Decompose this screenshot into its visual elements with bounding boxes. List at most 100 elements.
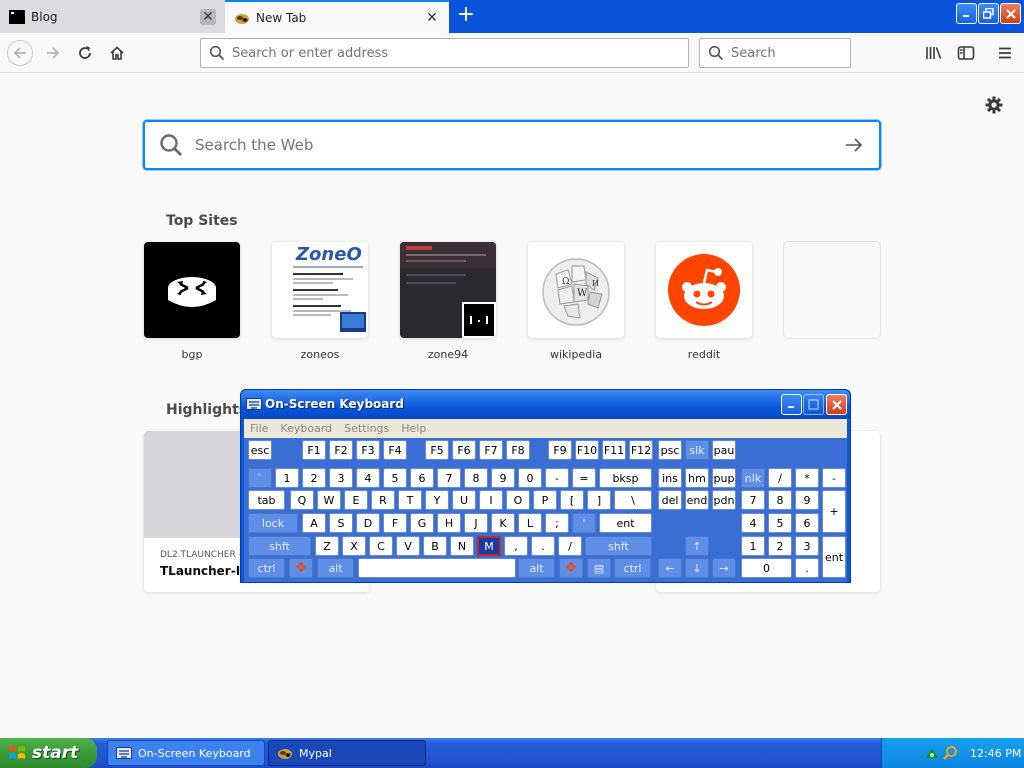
key-asterisk[interactable]: * [795, 468, 819, 488]
tab-new-tab[interactable]: New Tab ✕ [225, 0, 449, 33]
key-b[interactable]: B [423, 536, 447, 556]
top-site-reddit[interactable]: reddit [656, 242, 752, 361]
key-ins[interactable]: ins [658, 468, 682, 488]
back-button[interactable] [7, 40, 33, 66]
key-end[interactable]: end [685, 490, 709, 510]
close-tab-icon[interactable]: ✕ [200, 8, 216, 25]
key-comma[interactable]: , [504, 536, 528, 556]
key-h[interactable]: H [437, 513, 461, 533]
restore-button[interactable] [978, 3, 999, 24]
key-semicolon[interactable]: ; [545, 513, 569, 533]
key-backslash[interactable]: \ [614, 490, 652, 510]
key-down[interactable]: ↓ [685, 558, 709, 578]
key-s[interactable]: S [329, 513, 353, 533]
key-v[interactable]: V [396, 536, 420, 556]
new-tab-button[interactable]: + [455, 4, 477, 27]
key-e[interactable]: E [344, 490, 368, 510]
key-9[interactable]: 9 [795, 490, 819, 510]
key-f6[interactable]: F6 [452, 440, 476, 460]
key-ent[interactable]: ent [599, 513, 652, 533]
key-f7[interactable]: F7 [479, 440, 503, 460]
key-u[interactable]: U [452, 490, 476, 510]
key-y[interactable]: Y [425, 490, 449, 510]
key-up[interactable]: ↑ [685, 536, 709, 556]
key-f1[interactable]: F1 [302, 440, 326, 460]
reload-button[interactable] [72, 40, 98, 66]
key-4[interactable]: 4 [356, 468, 380, 488]
taskbar-button-osk[interactable]: On-Screen Keyboard [107, 740, 265, 766]
library-button[interactable] [921, 40, 947, 66]
key-f2[interactable]: F2 [329, 440, 353, 460]
search-bar[interactable]: Search [699, 38, 851, 68]
key-nlk[interactable]: nlk [741, 468, 765, 488]
key-3[interactable]: 3 [329, 468, 353, 488]
key-slash[interactable]: / [768, 468, 792, 488]
key-backtick[interactable]: ` [248, 468, 272, 488]
forward-button[interactable] [40, 40, 66, 66]
osk-menu-keyboard[interactable]: Keyboard [280, 422, 332, 435]
key-7[interactable]: 7 [437, 468, 461, 488]
key-l[interactable]: L [518, 513, 542, 533]
key-i[interactable]: I [479, 490, 503, 510]
key-1[interactable]: 1 [741, 536, 765, 556]
key-1[interactable]: 1 [275, 468, 299, 488]
key-ctrl[interactable]: ctrl [248, 558, 285, 578]
key-2[interactable]: 2 [302, 468, 326, 488]
key-slash[interactable]: / [558, 536, 582, 556]
key-c[interactable]: C [369, 536, 393, 556]
key-t[interactable]: T [398, 490, 422, 510]
key-ctrl[interactable]: ctrl [614, 558, 651, 578]
key-f10[interactable]: F10 [575, 440, 599, 460]
close-tab-icon[interactable]: ✕ [424, 10, 440, 26]
key-numpad-enter[interactable]: ent [822, 536, 846, 578]
key-6[interactable]: 6 [410, 468, 434, 488]
taskbar-button-mypal[interactable]: Mypal [268, 740, 426, 766]
key-period[interactable]: . [795, 558, 819, 578]
key-f9[interactable]: F9 [548, 440, 572, 460]
key-del[interactable]: del [658, 490, 682, 510]
osk-menu-settings[interactable]: Settings [344, 422, 389, 435]
key-bksp[interactable]: bksp [599, 468, 652, 488]
osk-minimize-button[interactable] [781, 394, 802, 415]
osk-menu-file[interactable]: File [250, 422, 268, 435]
key-o[interactable]: O [506, 490, 530, 510]
key-windows[interactable]: ❖ [559, 558, 583, 578]
key-9[interactable]: 9 [491, 468, 515, 488]
key-lock[interactable]: lock [248, 513, 298, 533]
key-hm[interactable]: hm [685, 468, 709, 488]
key-slk[interactable]: slk [685, 440, 709, 460]
key-space[interactable] [358, 558, 516, 578]
key-shft[interactable]: shft [585, 536, 652, 556]
key-application[interactable]: ▤ [587, 558, 611, 578]
search-arrow-icon[interactable] [845, 137, 863, 153]
key-z[interactable]: Z [315, 536, 339, 556]
key-f4[interactable]: F4 [383, 440, 407, 460]
key-right[interactable]: → [712, 558, 736, 578]
key-equals[interactable]: = [572, 468, 596, 488]
key-7[interactable]: 7 [741, 490, 765, 510]
key-5[interactable]: 5 [768, 513, 792, 533]
key-m[interactable]: M [477, 536, 501, 556]
key-x[interactable]: X [342, 536, 366, 556]
home-button[interactable] [104, 40, 130, 66]
tab-blog[interactable]: Blog ✕ [0, 0, 225, 33]
menu-button[interactable] [992, 40, 1018, 66]
key-f12[interactable]: F12 [629, 440, 653, 460]
key-6[interactable]: 6 [795, 513, 819, 533]
sidebar-button[interactable] [953, 40, 979, 66]
key-left[interactable]: ← [658, 558, 682, 578]
key-alt[interactable]: alt [317, 558, 354, 578]
key-f5[interactable]: F5 [425, 440, 449, 460]
key-tab[interactable]: tab [248, 490, 285, 510]
start-button[interactable]: start [0, 738, 97, 768]
settings-gear-icon[interactable] [984, 95, 1004, 115]
key-0[interactable]: 0 [518, 468, 542, 488]
key-esc[interactable]: esc [248, 440, 272, 460]
key-5[interactable]: 5 [383, 468, 407, 488]
web-search-field[interactable]: Search the Web [143, 120, 881, 170]
key-j[interactable]: J [464, 513, 488, 533]
address-bar[interactable]: Search or enter address [200, 38, 689, 68]
key-p[interactable]: P [533, 490, 557, 510]
top-site-bgp[interactable]: bgp [144, 242, 240, 361]
key-period[interactable]: . [531, 536, 555, 556]
